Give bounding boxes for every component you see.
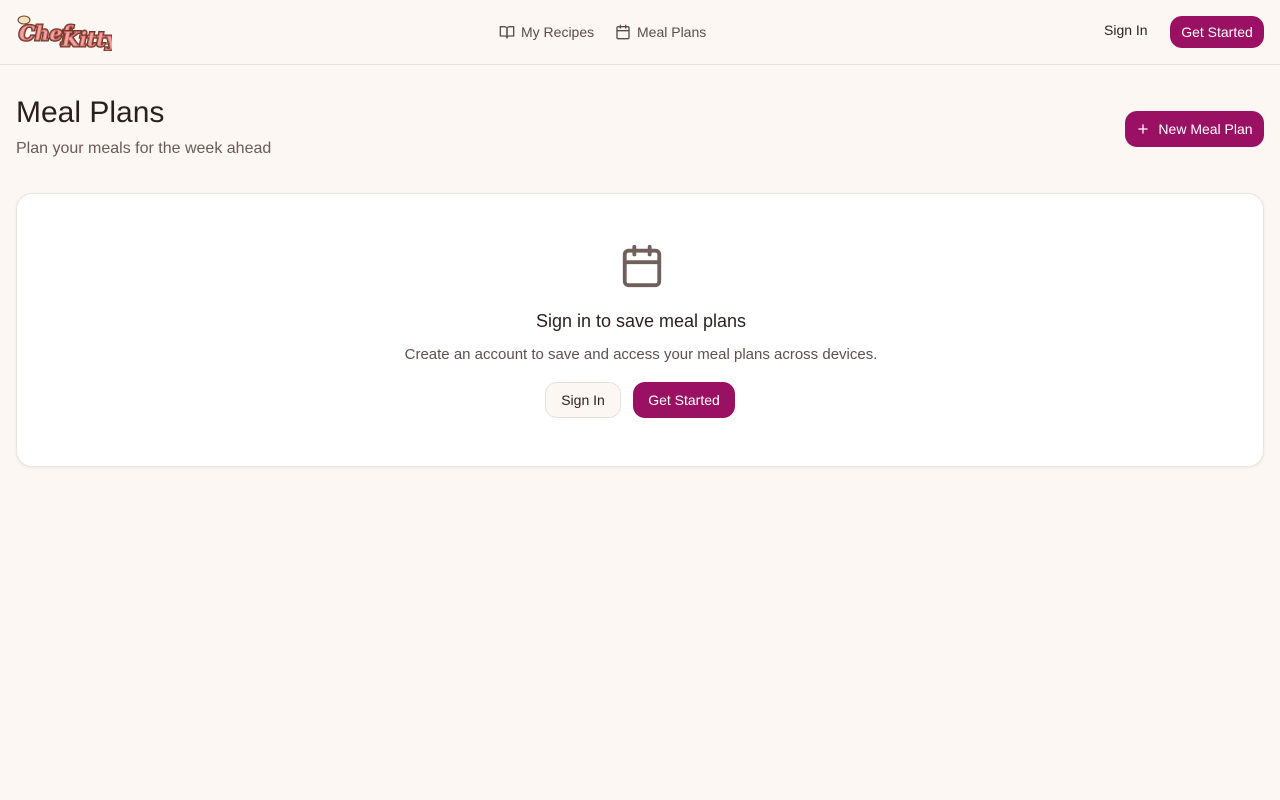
empty-state-description: Create an account to save and access you…	[404, 346, 878, 363]
calendar-icon	[622, 244, 662, 288]
header-get-started-button[interactable]: Get Started	[1170, 16, 1264, 48]
chef-kitty-logo[interactable]: Chef Chef Kitty Kitty .ai	[16, 13, 112, 51]
nav-meal-plans[interactable]: Meal Plans	[615, 0, 706, 64]
empty-state-get-started-button[interactable]: Get Started	[633, 382, 735, 418]
svg-text:.ai: .ai	[104, 41, 110, 47]
page-subtitle: Plan your meals for the week ahead	[16, 140, 272, 157]
book-open-icon	[499, 26, 515, 39]
nav-my-recipes[interactable]: My Recipes	[499, 0, 594, 64]
header-sign-in-link[interactable]: Sign In	[1104, 22, 1148, 38]
empty-state-sign-in-button[interactable]: Sign In	[545, 382, 621, 418]
new-meal-plan-button[interactable]: New Meal Plan	[1125, 111, 1264, 147]
empty-state-title: Sign in to save meal plans	[535, 311, 747, 331]
plus-icon	[1138, 124, 1149, 134]
nav-my-recipes-label: My Recipes	[521, 24, 595, 40]
empty-state-card: Sign in to save meal plans Create an acc…	[16, 193, 1264, 467]
page-title: Meal Plans	[16, 96, 165, 129]
new-meal-plan-label: New Meal Plan	[1158, 121, 1253, 137]
calendar-icon	[616, 24, 630, 40]
nav-meal-plans-label: Meal Plans	[637, 24, 707, 40]
svg-text:Kitty: Kitty	[61, 27, 112, 51]
top-navigation-bar: Chef Chef Kitty Kitty .ai My Recipes Mea…	[0, 0, 1280, 65]
